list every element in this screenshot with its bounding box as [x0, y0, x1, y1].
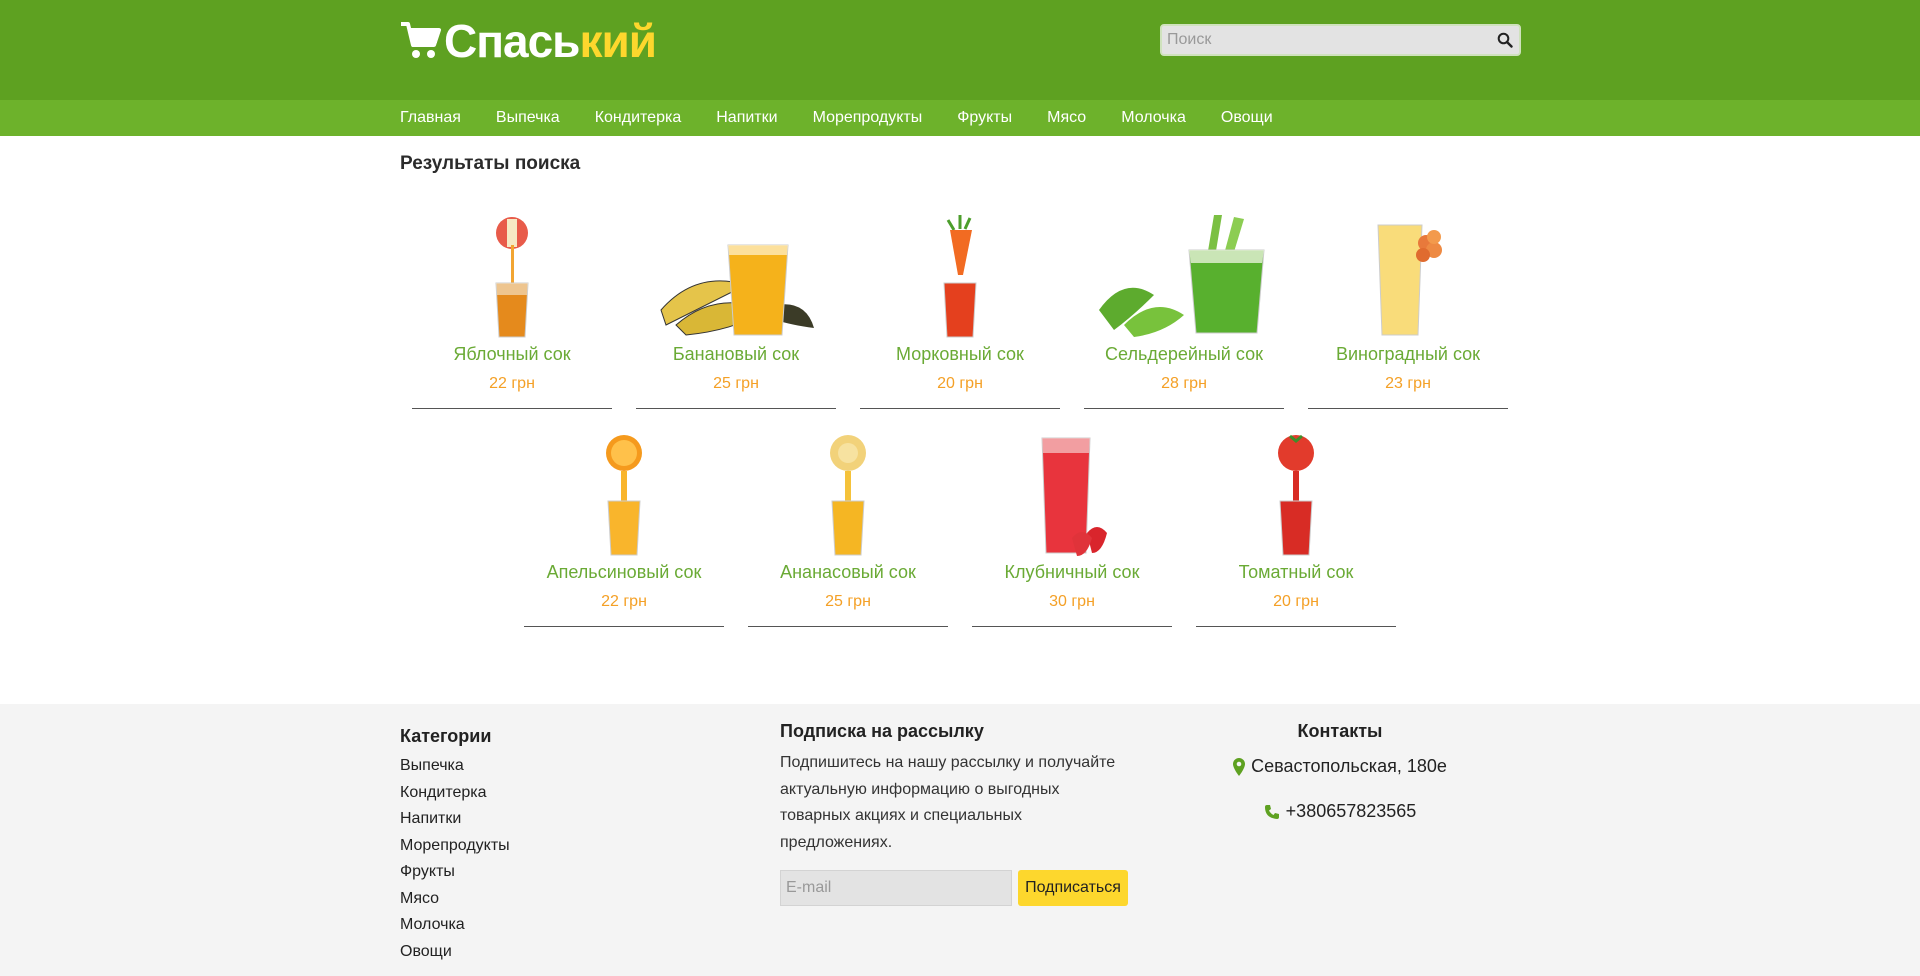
product-name[interactable]: Сельдерейный сок [1084, 344, 1284, 365]
product-name[interactable]: Морковный сок [860, 344, 1060, 365]
footer-category-link[interactable]: Овощи [400, 939, 510, 966]
email-field[interactable] [780, 870, 1012, 906]
product-image-pineapple-juice[interactable] [748, 428, 948, 558]
cart-icon [401, 22, 441, 58]
product-price: 20 грн [1273, 593, 1319, 610]
map-marker-icon [1233, 757, 1246, 776]
logo[interactable]: Спаський [400, 15, 657, 67]
footer-category-link[interactable]: Молочка [400, 912, 510, 939]
product-name[interactable]: Банановый сок [636, 344, 836, 365]
product-price: 28 грн [1161, 375, 1207, 392]
product-price: 25 грн [713, 375, 759, 392]
contact-phone-text[interactable]: +380657823565 [1286, 801, 1417, 822]
main-nav: Главная Выпечка Кондитерка Напитки Мореп… [0, 100, 1920, 136]
product-card[interactable]: Яблочный сок 22 грн [412, 210, 612, 409]
footer: Категории Выпечка Кондитерка Напитки Мор… [0, 704, 1920, 976]
footer-contacts: Контакты Севастопольская, 180е +38065782… [1220, 721, 1460, 822]
logo-text-part2: кий [579, 15, 657, 67]
product-image-orange-juice[interactable] [524, 428, 724, 558]
product-name[interactable]: Апельсиновый сок [524, 562, 724, 583]
search-box [1160, 24, 1521, 56]
nav-item-home[interactable]: Главная [400, 100, 461, 136]
product-name[interactable]: Виноградный сок [1308, 344, 1508, 365]
product-card[interactable]: Томатный сок 20 грн [1196, 428, 1396, 627]
product-image-tomato-juice[interactable] [1196, 428, 1396, 558]
nav-item-seafood[interactable]: Морепродукты [813, 100, 923, 136]
nav-item-dairy[interactable]: Молочка [1121, 100, 1186, 136]
product-name[interactable]: Клубничный сок [972, 562, 1172, 583]
footer-categories-title: Категории [400, 726, 492, 746]
nav-item-drinks[interactable]: Напитки [716, 100, 777, 136]
logo-text-part1: Спась [444, 15, 580, 67]
product-price: 30 грн [1049, 593, 1095, 610]
product-image-strawberry-juice[interactable] [972, 428, 1172, 558]
product-row: Апельсиновый сок 22 грн Ананасовый сок 2… [0, 428, 1920, 627]
product-card[interactable]: Апельсиновый сок 22 грн [524, 428, 724, 627]
product-grid: Яблочный сок 22 грн Банановый сок 25 грн [0, 210, 1920, 646]
product-price: 22 грн [489, 375, 535, 392]
footer-category-link[interactable]: Кондитерка [400, 780, 510, 807]
footer-category-link[interactable]: Выпечка [400, 753, 510, 780]
nav-item-vegetables[interactable]: Овощи [1221, 100, 1273, 136]
product-name[interactable]: Томатный сок [1196, 562, 1396, 583]
contact-phone: +380657823565 [1220, 801, 1460, 822]
search-input[interactable] [1162, 26, 1491, 54]
footer-subscribe-text: Подпишитесь на нашу рассылку и получайте… [780, 754, 1116, 851]
product-price: 20 грн [937, 375, 983, 392]
product-card[interactable]: Морковный сок 20 грн [860, 210, 1060, 409]
footer-category-link[interactable]: Напитки [400, 806, 510, 833]
product-card[interactable]: Ананасовый сок 25 грн [748, 428, 948, 627]
subscribe-button[interactable]: Подписаться [1018, 870, 1128, 906]
contact-address-text: Севастопольская, 180е [1251, 756, 1447, 776]
product-price: 23 грн [1385, 375, 1431, 392]
product-name[interactable]: Ананасовый сок [748, 562, 948, 583]
search-icon[interactable] [1491, 26, 1519, 54]
nav-item-meat[interactable]: Мясо [1047, 100, 1086, 136]
product-image-grape-juice[interactable] [1308, 210, 1508, 340]
product-price: 22 грн [601, 593, 647, 610]
product-card[interactable]: Виноградный сок 23 грн [1308, 210, 1508, 409]
nav-item-bakery[interactable]: Выпечка [496, 100, 560, 136]
product-image-apple-juice[interactable] [412, 210, 612, 340]
nav-item-confectionery[interactable]: Кондитерка [595, 100, 682, 136]
product-image-carrot-juice[interactable] [860, 210, 1060, 340]
footer-subscribe: Подписка на рассылку Подпишитесь на нашу… [780, 721, 1140, 906]
footer-category-link[interactable]: Морепродукты [400, 833, 510, 860]
phone-icon [1264, 804, 1279, 819]
nav-item-fruits[interactable]: Фрукты [957, 100, 1012, 136]
footer-category-link[interactable]: Фрукты [400, 859, 510, 886]
product-card[interactable]: Клубничный сок 30 грн [972, 428, 1172, 627]
footer-subscribe-title: Подписка на рассылку [780, 721, 984, 741]
header: Спаський [0, 0, 1920, 100]
product-row: Яблочный сок 22 грн Банановый сок 25 грн [0, 210, 1920, 409]
product-image-celery-juice[interactable] [1084, 210, 1284, 340]
product-image-banana-juice[interactable] [636, 210, 836, 340]
product-price: 25 грн [825, 593, 871, 610]
footer-categories: Категории Выпечка Кондитерка Напитки Мор… [400, 726, 510, 965]
contact-address: Севастопольская, 180е [1220, 756, 1460, 777]
product-card[interactable]: Сельдерейный сок 28 грн [1084, 210, 1284, 409]
footer-category-link[interactable]: Мясо [400, 886, 510, 913]
product-card[interactable]: Банановый сок 25 грн [636, 210, 836, 409]
footer-contacts-title: Контакты [1297, 721, 1383, 741]
subscribe-form: Подписаться [780, 870, 1140, 906]
product-name[interactable]: Яблочный сок [412, 344, 612, 365]
page-title: Результаты поиска [400, 153, 581, 174]
